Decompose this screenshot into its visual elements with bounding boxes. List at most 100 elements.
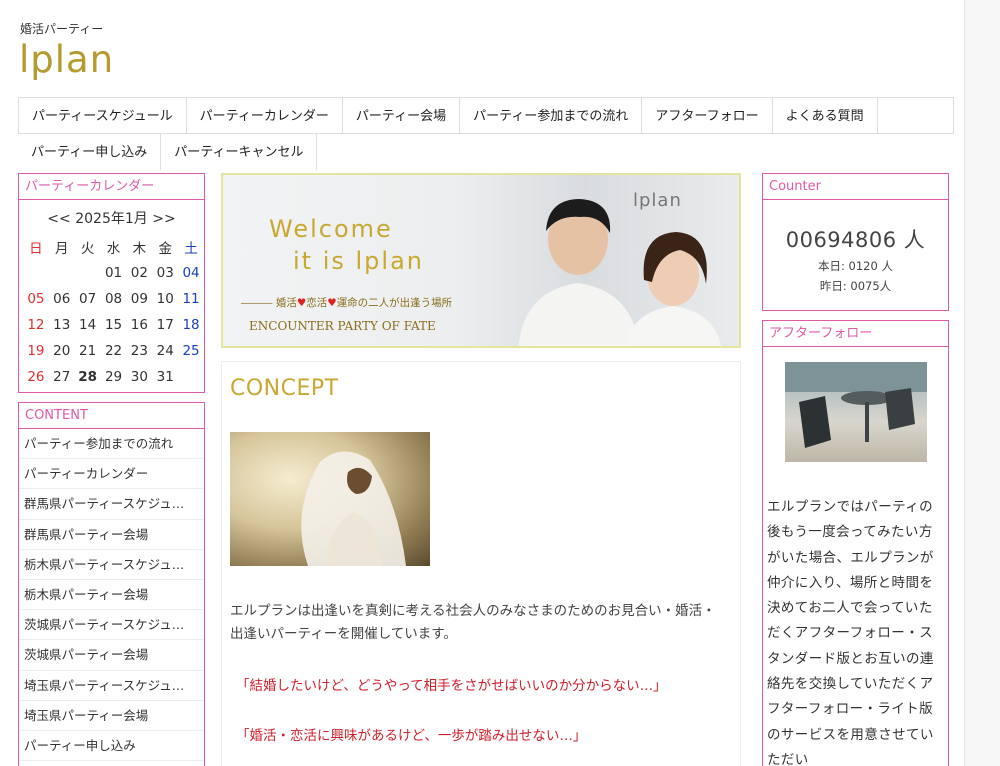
calendar-day[interactable]: 13 [49, 312, 75, 338]
calendar-day[interactable]: 23 [126, 338, 152, 364]
calendar-day [23, 260, 49, 286]
nav-row-1: パーティースケジュール パーティーカレンダー パーティー会場 パーティー参加まで… [18, 98, 954, 134]
calendar-day[interactable]: 04 [178, 260, 204, 286]
counter-total: 00694806 人 [785, 228, 926, 252]
calendar-day[interactable]: 07 [75, 286, 101, 312]
weekday-sun: 日 [29, 241, 43, 257]
calendar-week: 05 06 07 08 09 10 11 [23, 286, 204, 312]
content-menu-item[interactable]: 埼玉県パーティースケジュ… [19, 671, 204, 701]
calendar-day[interactable]: 10 [152, 286, 178, 312]
calendar-day[interactable]: 25 [178, 338, 204, 364]
nav-item-cancel[interactable]: パーティーキャンセル [161, 134, 318, 170]
after-follow-title: アフターフォロー [763, 321, 948, 347]
banner-catch-mid: 恋活 [306, 297, 328, 309]
nav-filler [877, 98, 954, 134]
content-menu-item[interactable]: 群馬県パーティースケジュ… [19, 489, 204, 520]
calendar-day[interactable]: 14 [75, 312, 101, 338]
weekday-tue: 火 [80, 241, 95, 257]
nav-item-after-follow[interactable]: アフターフォロー [642, 98, 773, 134]
cafe-table-illustration [785, 362, 927, 448]
content-menu-item[interactable]: 栃木県パーティースケジュ… [19, 550, 204, 580]
heart-icon: ♥ [296, 297, 307, 309]
calendar-day[interactable]: 31 [152, 364, 178, 390]
content-menu-item[interactable]: パーティーカレンダー [19, 459, 204, 490]
counter-today: 本日: 0120 人 [818, 259, 893, 273]
calendar-week: 26 27 28 29 30 31 [23, 364, 204, 390]
main-nav: パーティースケジュール パーティーカレンダー パーティー会場 パーティー参加まで… [18, 97, 954, 170]
banner-welcome-line1: Welcome [269, 215, 393, 243]
content-menu-item[interactable]: 埼玉県パーティー会場 [19, 701, 204, 731]
after-follow-description: エルプランではパーティの後もう一度会ってみたい方がいた場合、エルプランが仲介に入… [767, 499, 934, 766]
content-menu-item[interactable]: パーティー申し込み [19, 731, 204, 762]
concept-description: エルプランは出逢いを真剣に考える社会人のみなさまのためのお見合い・婚活・出逢いパ… [230, 603, 716, 642]
content-menu-item[interactable]: 茨城県パーティー会場 [19, 640, 204, 671]
content-menu-list: パーティー参加までの流れ パーティーカレンダー 群馬県パーティースケジュ… 群馬… [19, 429, 204, 762]
content-menu-item[interactable]: 栃木県パーティー会場 [19, 580, 204, 611]
calendar-day[interactable]: 19 [23, 338, 49, 364]
calendar-day[interactable]: 29 [101, 364, 127, 390]
calendar-day[interactable]: 02 [126, 260, 152, 286]
banner-welcome-line2: it is lplan [293, 247, 424, 275]
calendar-day[interactable]: 20 [49, 338, 75, 364]
calendar-day[interactable]: 11 [178, 286, 204, 312]
weekday-mon: 月 [55, 241, 69, 257]
calendar-day[interactable]: 24 [152, 338, 178, 364]
content-menu-item[interactable]: 茨城県パーティースケジュ… [19, 610, 204, 641]
calendar-day[interactable]: 08 [101, 286, 127, 312]
calendar-day[interactable]: 09 [126, 286, 152, 312]
bride-photo [230, 432, 430, 566]
nav-item-flow[interactable]: パーティー参加までの流れ [460, 98, 643, 134]
nav-item-calendar[interactable]: パーティーカレンダー [186, 98, 343, 134]
nav-item-schedule[interactable]: パーティースケジュール [18, 98, 187, 134]
concept-quote-1: 「結婚したいけど、どうやって相手をさがせばいいのか分からない…」 [236, 678, 667, 694]
calendar-title: パーティーカレンダー [19, 174, 204, 200]
calendar-prev-link[interactable]: << [47, 211, 70, 227]
calendar-day[interactable]: 17 [152, 312, 178, 338]
calendar-widget: パーティーカレンダー << 2025年1月 >> 日 月 火 水 木 金 土 0… [18, 173, 205, 393]
calendar-week: 01 02 03 04 [23, 260, 204, 286]
nav-item-faq[interactable]: よくある質問 [772, 98, 878, 134]
site-tagline: 婚活パーティー [20, 22, 104, 36]
after-follow-widget: アフターフォロー エルプランではパーティの後もう一度会ってみたい方がいた場合、エ… [762, 320, 949, 766]
couple-photo-woman [624, 232, 722, 346]
weekday-fri: 金 [158, 241, 172, 257]
calendar-header: << 2025年1月 >> [19, 208, 204, 228]
calendar-next-link[interactable]: >> [152, 211, 175, 227]
calendar-week: 12 13 14 15 16 17 18 [23, 312, 204, 338]
calendar-week: 19 20 21 22 23 24 25 [23, 338, 204, 364]
nav-item-venue[interactable]: パーティー会場 [342, 98, 461, 134]
calendar-day [75, 260, 101, 286]
calendar-day[interactable]: 15 [101, 312, 127, 338]
calendar-month-label: 2025年1月 [75, 211, 148, 227]
calendar-day[interactable]: 30 [126, 364, 152, 390]
content-menu-item[interactable]: パーティー参加までの流れ [19, 429, 204, 460]
bride-photo-illustration [301, 451, 406, 566]
banner-catch-prefix: ――― 婚活 [241, 297, 297, 309]
nav-item-apply[interactable]: パーティー申し込み [18, 134, 162, 170]
page: 婚活パーティー lplan パーティースケジュール パーティーカレンダー パーテ… [0, 0, 965, 766]
calendar-day[interactable]: 18 [178, 312, 204, 338]
calendar-day-today[interactable]: 28 [75, 364, 101, 390]
calendar-day[interactable]: 03 [152, 260, 178, 286]
calendar-day[interactable]: 12 [23, 312, 49, 338]
calendar-day[interactable]: 16 [126, 312, 152, 338]
concept-title: CONCEPT [230, 376, 339, 401]
weekday-wed: 水 [106, 241, 121, 257]
calendar-day[interactable]: 22 [101, 338, 127, 364]
calendar-weekday-row: 日 月 火 水 木 金 土 [23, 234, 204, 260]
calendar-day[interactable]: 21 [75, 338, 101, 364]
welcome-banner: Welcome it is lplan ――― 婚活♥恋活♥運命の二人が出逢う場… [221, 173, 741, 348]
banner-catch-suffix: 運命の二人が出逢う場所 [336, 297, 453, 309]
calendar-day[interactable]: 26 [23, 364, 49, 390]
content-menu-title: CONTENT [19, 403, 204, 429]
concept-quote-2: 「婚活・恋活に興味があるけど、一歩が踏み出せない…」 [236, 728, 587, 744]
calendar-day[interactable]: 05 [23, 286, 49, 312]
calendar-day[interactable]: 01 [101, 260, 127, 286]
counter-title: Counter [763, 174, 948, 200]
nav-row-2: パーティー申し込み パーティーキャンセル [18, 134, 954, 170]
calendar-day[interactable]: 27 [49, 364, 75, 390]
site-logo[interactable]: lplan [19, 38, 114, 81]
calendar-day[interactable]: 06 [49, 286, 75, 312]
content-menu-item[interactable]: 群馬県パーティー会場 [19, 520, 204, 550]
content-menu: CONTENT パーティー参加までの流れ パーティーカレンダー 群馬県パーティー… [18, 402, 205, 766]
